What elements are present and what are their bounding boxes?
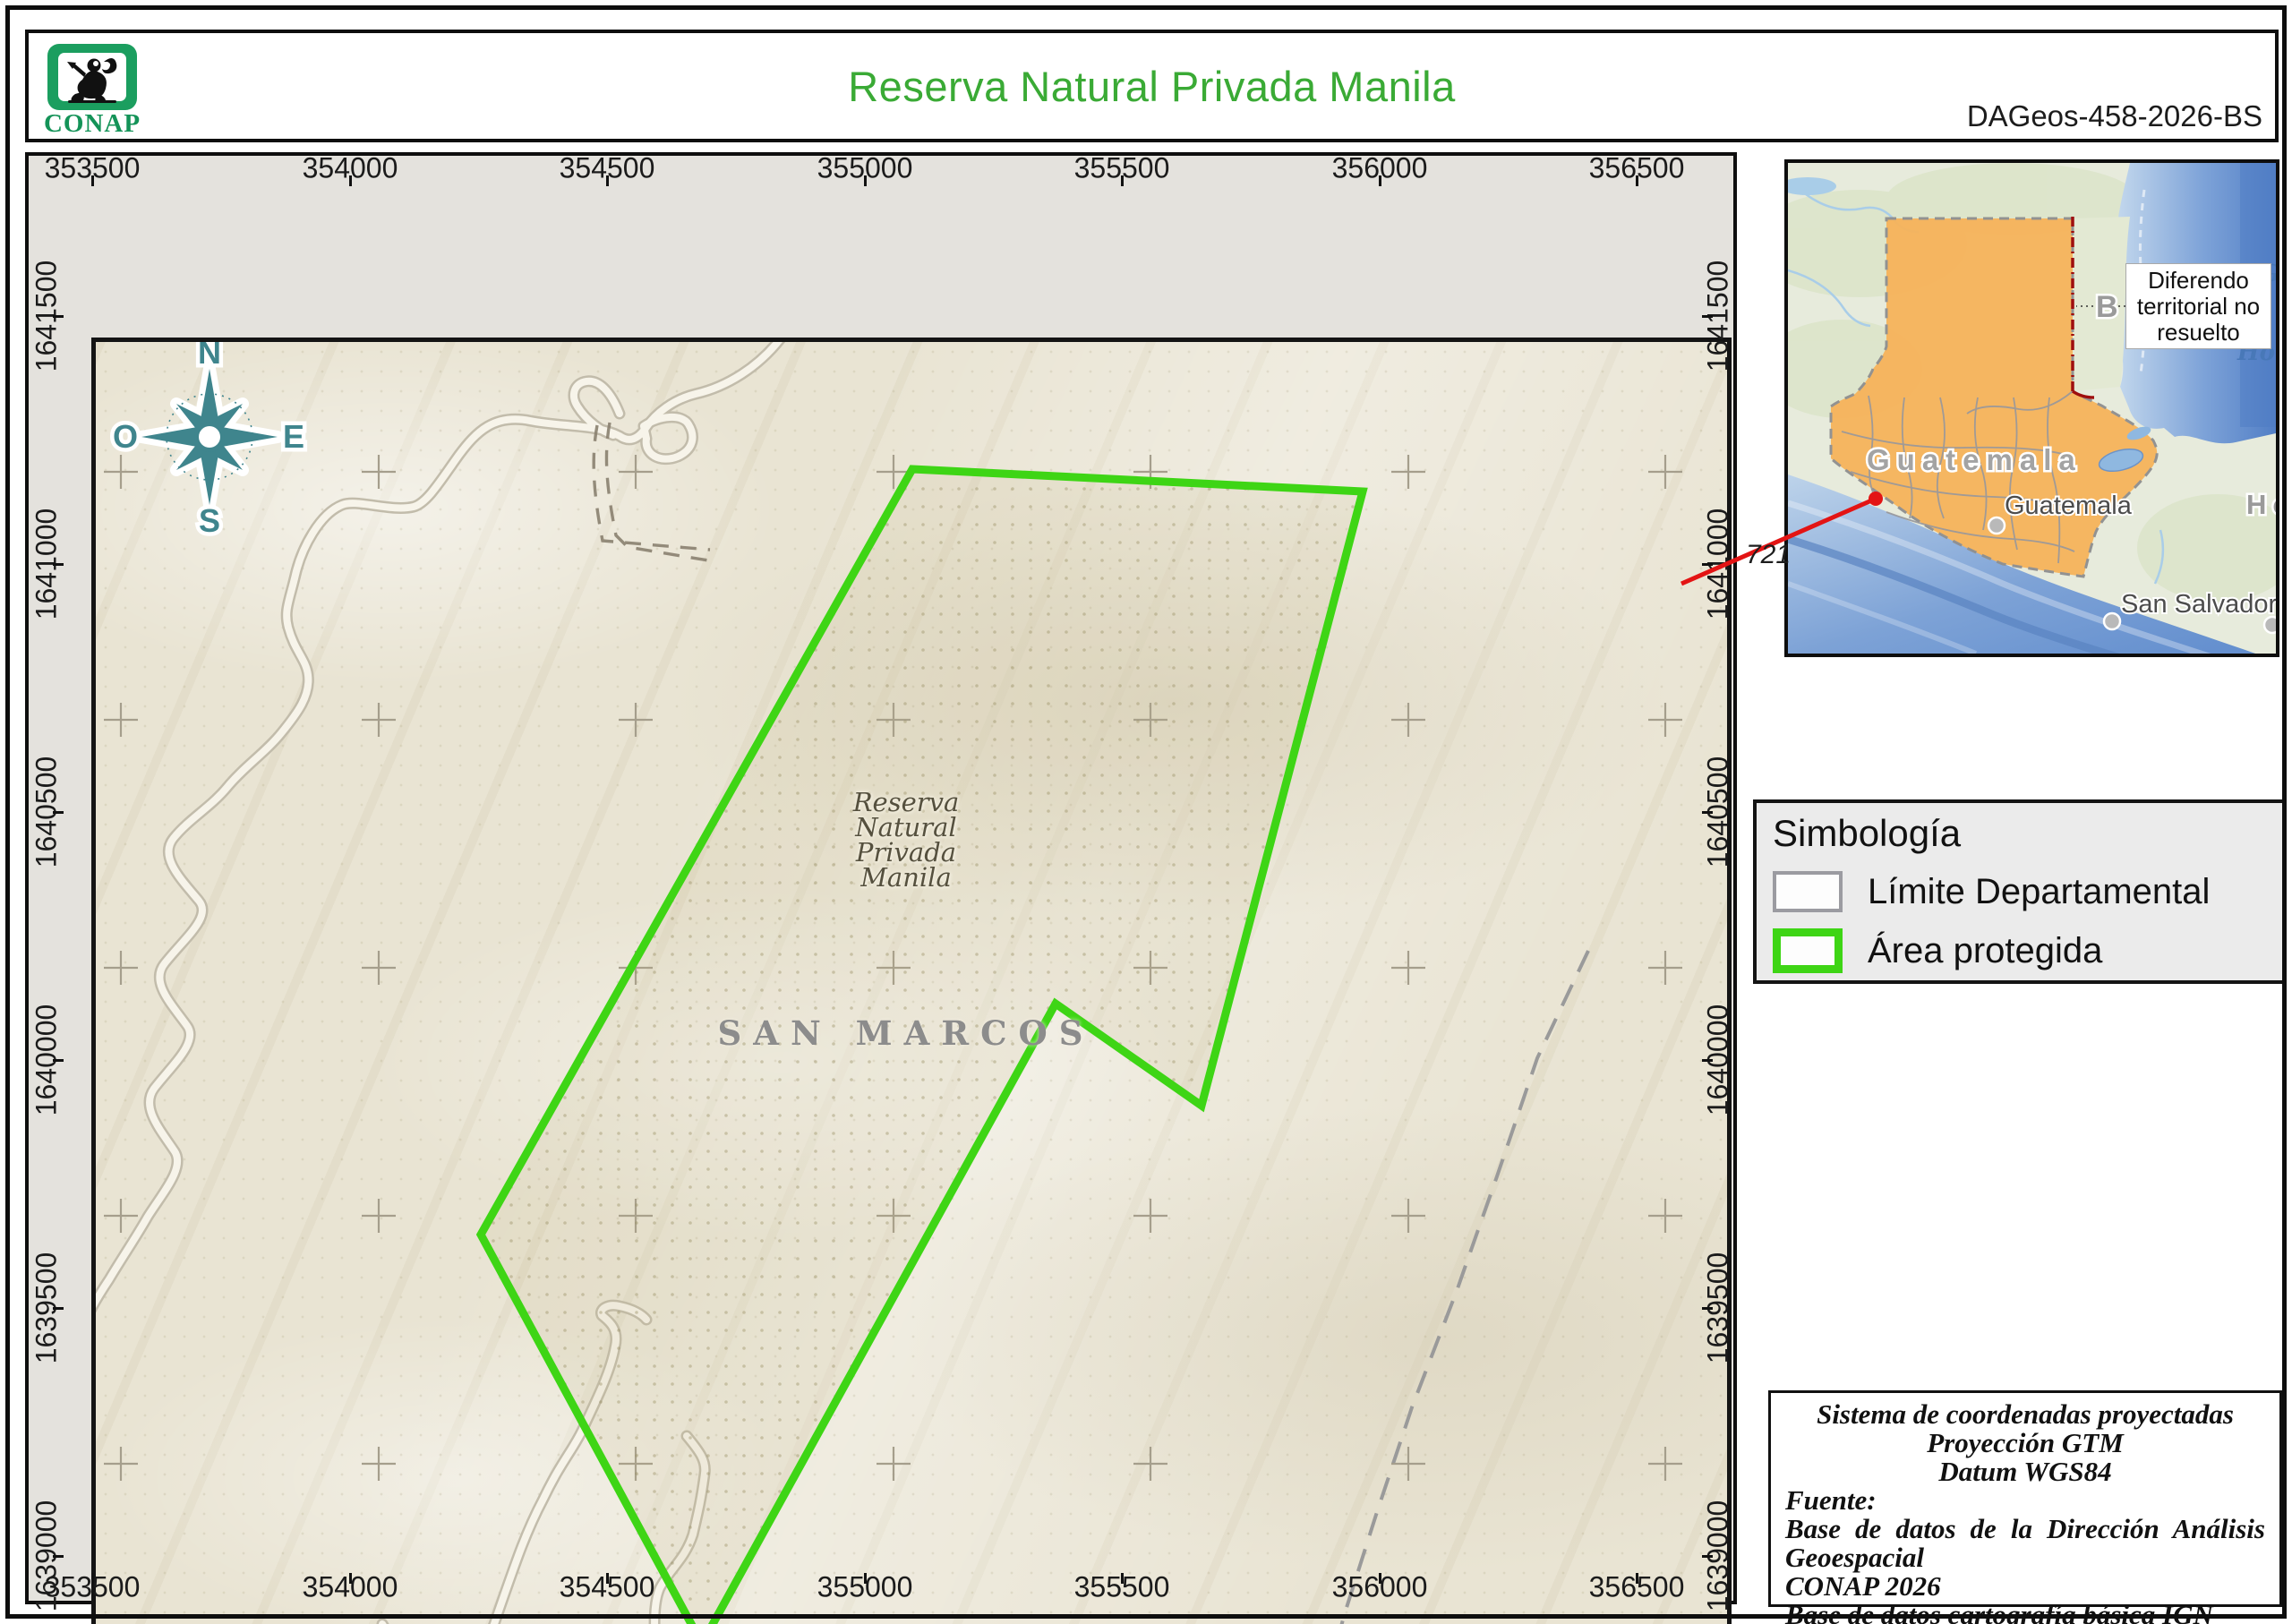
grid-tick: [1702, 1554, 1713, 1558]
grid-tick: [863, 175, 867, 186]
callout-line: territorial no: [2136, 292, 2261, 320]
grid-tick: [1378, 175, 1381, 186]
compass-rose-icon: N E S O: [109, 338, 309, 537]
capital-city-label: Guatemala: [2005, 491, 2133, 520]
info-line: Fuente:: [1785, 1484, 1877, 1516]
info-line: Datum WGS84: [1938, 1456, 2112, 1487]
legend-item-protected-area: Área protegida: [1773, 928, 2267, 973]
callout-line: Diferendo: [2148, 266, 2249, 294]
grid-tick: [348, 1573, 352, 1584]
reserve-name-label: Reserva Natural Privada Manila: [852, 787, 960, 893]
callout-line: resuelto: [2157, 318, 2240, 346]
departmental-limit-swatch: [1773, 871, 1843, 912]
info-line: CONAP 2026: [1785, 1570, 1941, 1602]
grid-tick: [1702, 314, 1713, 318]
info-line: Proyección GTM: [1927, 1427, 2124, 1458]
legend-title: Simbología: [1773, 812, 1962, 854]
grid-tick: [1702, 1058, 1713, 1062]
san-salvador-dot: [2102, 611, 2122, 631]
reserve-name-line: Natural: [855, 812, 957, 842]
grid-tick: [53, 562, 64, 566]
grid-tick: [1702, 562, 1713, 566]
grid-tick: [90, 1573, 94, 1584]
belize-label: B: [2096, 290, 2118, 324]
grid-tick: [53, 810, 64, 814]
grid-tick: [1635, 1573, 1638, 1584]
san-salvador-label: San Salvador: [2121, 590, 2276, 619]
map-document: CONAP Reserva Natural Privada Manila DAG…: [0, 0, 2292, 1624]
disputed-territory-callout: Diferendo territorial no resuelto: [2125, 263, 2271, 349]
header: CONAP Reserva Natural Privada Manila DAG…: [25, 30, 2279, 142]
grid-tick: [1702, 810, 1713, 814]
reserve-id-label: 721: [1746, 540, 1792, 569]
honduras-label: Ho: [2246, 489, 2276, 520]
reserve-name-line: Manila: [860, 862, 952, 893]
grid-tick: [1120, 1573, 1124, 1584]
compass-south-label: S: [199, 502, 220, 537]
page-title: Reserva Natural Privada Manila: [848, 62, 1456, 110]
grid-tick: [863, 1573, 867, 1584]
capital-city-dot: [1987, 516, 2006, 535]
grid-tick: [1120, 175, 1124, 186]
info-line: Base de datos de la Dirección Análisis G…: [1785, 1513, 2265, 1573]
grid-tick: [53, 1554, 64, 1558]
reserve-name-line: Privada: [855, 837, 957, 868]
grid-tick: [605, 175, 609, 186]
department-label: SAN MARCOS: [717, 1013, 1095, 1053]
legend: Simbología Límite Departamental Área pro…: [1753, 799, 2287, 984]
grid-tick: [348, 175, 352, 186]
inset-locator-map: B Guatemala Guatemala San Salvador Ho Gu…: [1784, 159, 2279, 657]
city-dot: [2262, 615, 2276, 635]
inset-map-graphic: B Guatemala Guatemala San Salvador Ho Gu…: [1788, 163, 2276, 654]
reserve-name-line: Reserva: [852, 787, 960, 817]
compass-east-label: E: [283, 418, 304, 455]
info-line: Base de datos cartografía básica IGN 201…: [1785, 1599, 2213, 1624]
document-code: DAGeos-458-2026-BS: [1966, 99, 2262, 132]
grid-tick: [1702, 1306, 1713, 1310]
map-layers: [96, 342, 1682, 1624]
coordinate-system-info: Sistema de coordenadas proyectadas Proye…: [1768, 1390, 2282, 1624]
country-label: Guatemala: [1867, 443, 2082, 476]
grid-tick: [1378, 1573, 1381, 1584]
departmental-boundary-line: [1339, 950, 1590, 1624]
map-canvas: N E S O Reserva Natural Privada Manila S…: [91, 338, 1732, 1624]
compass-north-label: N: [198, 338, 221, 371]
protected-area-swatch: [1773, 928, 1843, 973]
grid-tick: [53, 1306, 64, 1310]
grid-tick: [1635, 175, 1638, 186]
compass-west-label: O: [113, 418, 138, 455]
legend-item-label: Límite Departamental: [1868, 871, 2211, 911]
grid-tick: [90, 175, 94, 186]
legend-item-departmental: Límite Departamental: [1773, 871, 2267, 912]
grid-tick: [53, 1058, 64, 1062]
legend-item-label: Área protegida: [1868, 930, 2103, 970]
grid-tick: [53, 314, 64, 318]
map-frame: N E S O Reserva Natural Privada Manila S…: [25, 152, 1737, 1624]
grid-tick: [605, 1573, 609, 1584]
info-line: Sistema de coordenadas proyectadas: [1817, 1398, 2234, 1430]
